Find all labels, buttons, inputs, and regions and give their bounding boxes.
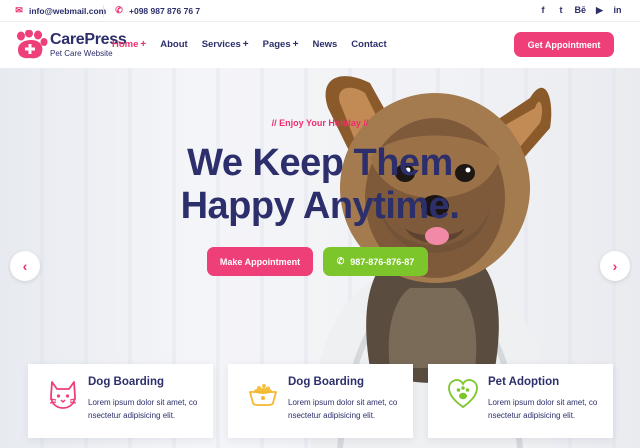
phone-text: +098 987 876 76 7 [129,5,201,16]
menu-item-label: News [312,39,338,50]
chevron-right-icon: › [612,258,618,274]
behance-icon[interactable]: Bē [574,5,586,16]
plus-icon: + [140,39,147,50]
get-appointment-button[interactable]: Get Appointment [514,32,614,57]
prev-slide-button[interactable]: ‹ [10,251,40,281]
menu-item-label: Pages [262,39,291,50]
service-card-text: Lorem ipsum dolor sit amet, co nsectetur… [288,398,398,420]
chevron-left-icon: ‹ [22,258,28,274]
menu-item-label: Contact [351,39,387,50]
main-menu: Home + About Services + Pages + News Con… [112,39,387,50]
youtube-icon[interactable]: ▶ [595,5,604,16]
email-text: info@webmail.com [29,5,107,16]
service-card-title: Dog Boarding [288,376,365,388]
service-card-pet-adoption[interactable]: Pet Adoption Lorem ipsum dolor sit amet,… [428,364,613,438]
service-card-title: Dog Boarding [88,376,165,388]
menu-item-pages[interactable]: Pages + [263,39,299,50]
plus-icon: + [292,39,299,50]
phone-contact[interactable]: ✆ +098 987 876 76 7 [114,5,200,16]
service-card-text: Lorem ipsum dolor sit amet, co nsectetur… [488,398,598,420]
service-card-title: Pet Adoption [488,376,560,388]
menu-item-home[interactable]: Home + [112,39,146,50]
next-slide-button[interactable]: › [600,251,630,281]
menu-item-label: Home [112,39,139,50]
call-phone-button[interactable]: ✆ 987-876-876-87 [323,247,428,276]
make-appointment-button[interactable]: Make Appointment [207,247,313,276]
paw-logo-icon[interactable] [14,30,48,60]
menu-item-label: Services [201,39,241,50]
menu-item-contact[interactable]: Contact [351,39,386,50]
call-phone-label: 987-876-876-87 [350,256,415,267]
plus-icon: + [242,39,249,50]
hero-headline-line1: We Keep Them [187,142,453,184]
phone-icon: ✆ [115,5,123,15]
menu-item-services[interactable]: Services + [202,39,249,50]
twitter-icon[interactable]: t [556,5,565,16]
top-bar: ✉ info@webmail.com ✆ +098 987 876 76 7 f… [0,0,640,22]
main-navbar: CarePress Pet Care Website Home + About … [0,22,640,68]
service-card-dog-boarding[interactable]: Dog Boarding Lorem ipsum dolor sit amet,… [228,364,413,438]
hero-headline-line2: Happy Anytime. [180,185,460,227]
service-card-dog-boarding[interactable]: Dog Boarding Lorem ipsum dolor sit amet,… [28,364,213,438]
heart-paw-icon [448,379,478,409]
menu-item-about[interactable]: About [160,39,187,50]
phone-icon: ✆ [336,256,345,266]
service-card-text: Lorem ipsum dolor sit amet, co nsectetur… [88,398,198,420]
mail-icon: ✉ [15,5,23,15]
facebook-icon[interactable]: f [538,5,547,16]
menu-item-label: About [160,39,188,50]
topbar-divider [103,5,104,17]
pet-bowl-icon [249,384,277,406]
linkedin-icon[interactable]: in [613,5,622,16]
brand-tagline: Pet Care Website [50,49,113,58]
hero-eyebrow: // Enjoy Your Holiday // [271,118,369,128]
menu-item-news[interactable]: News [312,39,337,50]
social-links: f t Bē ▶ in [538,5,622,16]
email-contact[interactable]: ✉ info@webmail.com [14,5,106,16]
cat-face-icon [49,381,77,409]
